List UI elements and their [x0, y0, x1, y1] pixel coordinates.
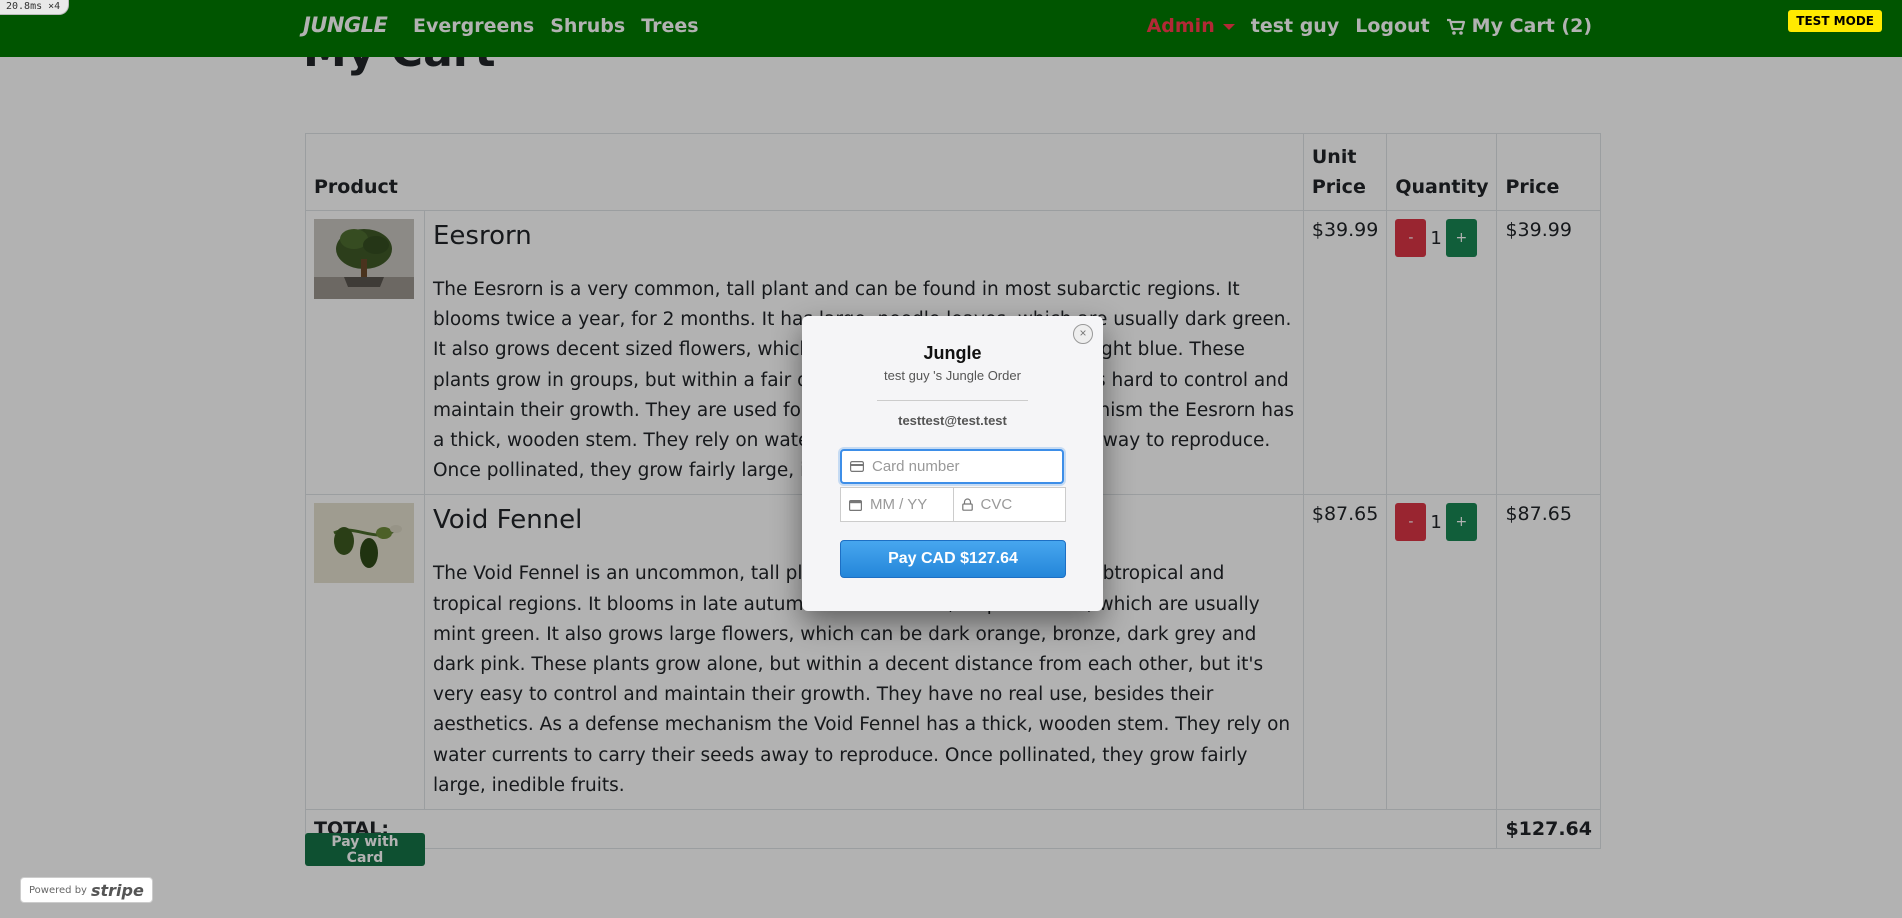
- credit-card-icon: [850, 461, 864, 472]
- divider: [877, 400, 1028, 401]
- powered-by-label: Powered by: [29, 884, 87, 896]
- expiry-cvc-row: MM / YY CVC: [840, 487, 1066, 522]
- perf-badge: 20.8ms ×4: [0, 0, 70, 15]
- checkout-email[interactable]: testtest@test.test: [802, 413, 1103, 428]
- test-mode-badge: TEST MODE: [1788, 10, 1882, 32]
- stripe-logo: stripe: [90, 880, 144, 900]
- expiry-placeholder: MM / YY: [870, 496, 928, 513]
- powered-by-stripe[interactable]: Powered by stripe: [20, 877, 153, 903]
- checkout-subtitle: test guy 's Jungle Order: [884, 368, 1021, 383]
- calendar-icon: [849, 499, 862, 511]
- card-number-field[interactable]: Card number: [840, 449, 1064, 484]
- cvc-placeholder: CVC: [980, 496, 1013, 513]
- card-number-placeholder: Card number: [872, 458, 960, 475]
- lock-icon: [961, 498, 973, 511]
- expiry-field[interactable]: MM / YY: [841, 488, 953, 521]
- close-icon[interactable]: ×: [1073, 324, 1093, 344]
- checkout-pay-button[interactable]: Pay CAD $127.64: [840, 540, 1066, 578]
- checkout-modal: × Jungle test guy 's Jungle Order testte…: [802, 316, 1103, 611]
- cvc-field[interactable]: CVC: [952, 488, 1066, 521]
- checkout-title: Jungle: [923, 343, 982, 363]
